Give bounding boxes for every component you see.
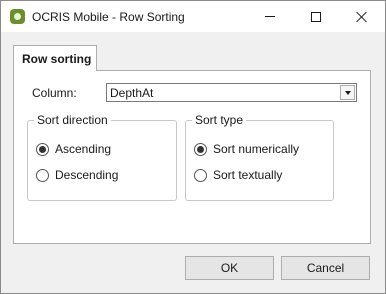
radio-descending[interactable]: Descending [36,168,118,182]
radio-sort-numerically-circle[interactable] [194,142,207,156]
tab-row-sorting[interactable]: Row sorting [13,45,97,71]
ok-button[interactable]: OK [185,256,274,280]
app-icon [10,9,25,24]
radio-sort-textually-label: Sort textually [213,168,283,182]
sort-direction-group: Sort direction [27,113,177,201]
radio-descending-circle[interactable] [36,168,49,182]
column-label: Column: [32,86,77,100]
maximize-icon [311,11,321,22]
dropdown-button[interactable] [340,85,355,100]
title-bar[interactable]: OCRIS Mobile - Row Sorting [1,1,385,32]
radio-ascending-label: Ascending [55,142,112,156]
radio-ascending[interactable]: Ascending [36,142,111,156]
column-select[interactable]: DepthAt [106,83,357,102]
chevron-down-icon [344,90,351,95]
window-title: OCRIS Mobile - Row Sorting [32,10,185,24]
tab-label: Row sorting [22,52,92,66]
radio-sort-numerically[interactable]: Sort numerically [194,142,299,156]
sort-direction-title: Sort direction [34,113,111,127]
radio-sort-textually[interactable]: Sort textually [194,168,282,182]
radio-sort-textually-circle[interactable] [194,168,207,182]
minimize-button[interactable] [247,1,293,32]
close-icon [356,11,368,23]
sort-type-group: Sort type [185,113,334,201]
radio-sort-numerically-label: Sort numerically [213,142,300,156]
radio-ascending-circle[interactable] [36,142,49,156]
radio-descending-label: Descending [55,168,119,182]
maximize-button[interactable] [293,1,339,32]
sort-type-title: Sort type [192,113,247,127]
column-select-value: DepthAt [110,86,154,100]
close-button[interactable] [339,1,385,32]
minimize-icon [265,16,275,17]
cancel-button[interactable]: Cancel [281,256,370,280]
